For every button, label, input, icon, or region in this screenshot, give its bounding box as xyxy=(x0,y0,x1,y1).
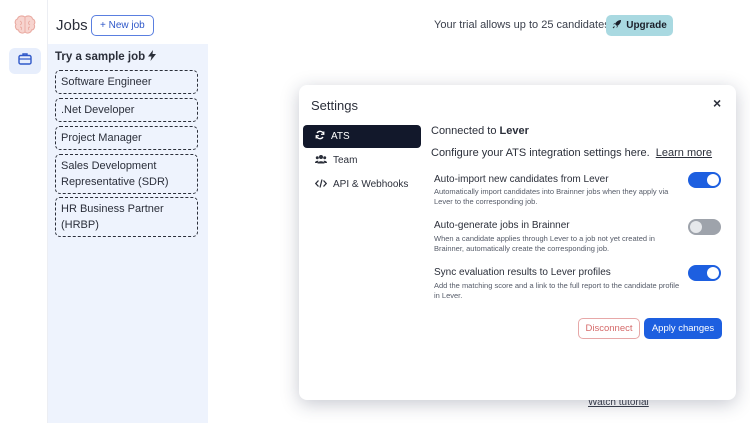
sync-results-toggle[interactable] xyxy=(688,265,721,281)
tab-api-webhooks[interactable]: API & Webhooks xyxy=(303,173,421,196)
apply-changes-button[interactable]: Apply changes xyxy=(644,318,722,339)
lightning-icon xyxy=(148,50,157,64)
option-auto-generate-description: When a candidate applies through Lever t… xyxy=(434,234,655,253)
tab-ats-label: ATS xyxy=(331,131,350,142)
sample-job-item[interactable]: .Net Developer xyxy=(55,98,198,122)
page-title: Jobs xyxy=(56,17,88,34)
close-icon[interactable]: × xyxy=(713,95,721,111)
sample-jobs-sidebar: Try a sample job Software Engineer .Net … xyxy=(48,44,208,423)
auto-generate-toggle[interactable] xyxy=(688,219,721,235)
tab-ats[interactable]: ATS xyxy=(303,125,421,148)
new-job-button[interactable]: + New job xyxy=(91,15,154,36)
trial-notice: Your trial allows up to 25 candidates xyxy=(434,19,610,31)
team-icon xyxy=(315,154,327,167)
auto-import-toggle[interactable] xyxy=(688,172,721,188)
sample-jobs-heading: Try a sample job xyxy=(55,50,157,64)
tab-team-label: Team xyxy=(333,155,358,166)
brain-icon[interactable] xyxy=(13,14,37,36)
option-sync-results-title: Sync evaluation results to Lever profile… xyxy=(434,267,611,278)
rocket-icon xyxy=(612,19,622,32)
sample-jobs-title: Try a sample job xyxy=(55,51,146,63)
tab-api-label: API & Webhooks xyxy=(333,179,409,190)
code-icon xyxy=(314,178,328,191)
toggle-knob xyxy=(707,174,719,186)
sample-job-item[interactable]: Sales Development Representative (SDR) xyxy=(55,154,198,194)
disconnect-button[interactable]: Disconnect xyxy=(578,318,640,339)
left-rail xyxy=(0,0,48,423)
upgrade-button[interactable]: Upgrade xyxy=(606,15,673,36)
configure-text: Configure your ATS integration settings … xyxy=(431,147,650,159)
sample-job-item[interactable]: Project Manager xyxy=(55,126,198,150)
modal-title: Settings xyxy=(311,98,358,113)
sample-job-item[interactable]: HR Business Partner (HRBP) xyxy=(55,197,198,237)
connected-ats-name: Lever xyxy=(499,125,529,137)
toggle-knob xyxy=(690,221,702,233)
option-auto-import-description: Automatically import candidates into Bra… xyxy=(434,187,669,206)
configure-description: Configure your ATS integration settings … xyxy=(431,147,712,159)
upgrade-label: Upgrade xyxy=(626,20,667,31)
tab-team[interactable]: Team xyxy=(303,149,421,172)
jobs-nav-button[interactable] xyxy=(9,48,41,74)
learn-more-link[interactable]: Learn more xyxy=(656,147,712,159)
option-auto-import-title: Auto-import new candidates from Lever xyxy=(434,174,609,185)
briefcase-icon xyxy=(18,52,32,70)
sample-job-item[interactable]: Software Engineer xyxy=(55,70,198,94)
connected-prefix: Connected to xyxy=(431,125,497,137)
option-auto-generate-title: Auto-generate jobs in Brainner xyxy=(434,220,570,231)
option-sync-results-description: Add the matching score and a link to the… xyxy=(434,281,680,300)
toggle-knob xyxy=(707,267,719,279)
settings-modal: Settings × ATS Team API & Webhooks Conne… xyxy=(299,85,736,400)
connected-status: Connected to Lever xyxy=(431,125,529,137)
refresh-icon xyxy=(315,130,325,143)
